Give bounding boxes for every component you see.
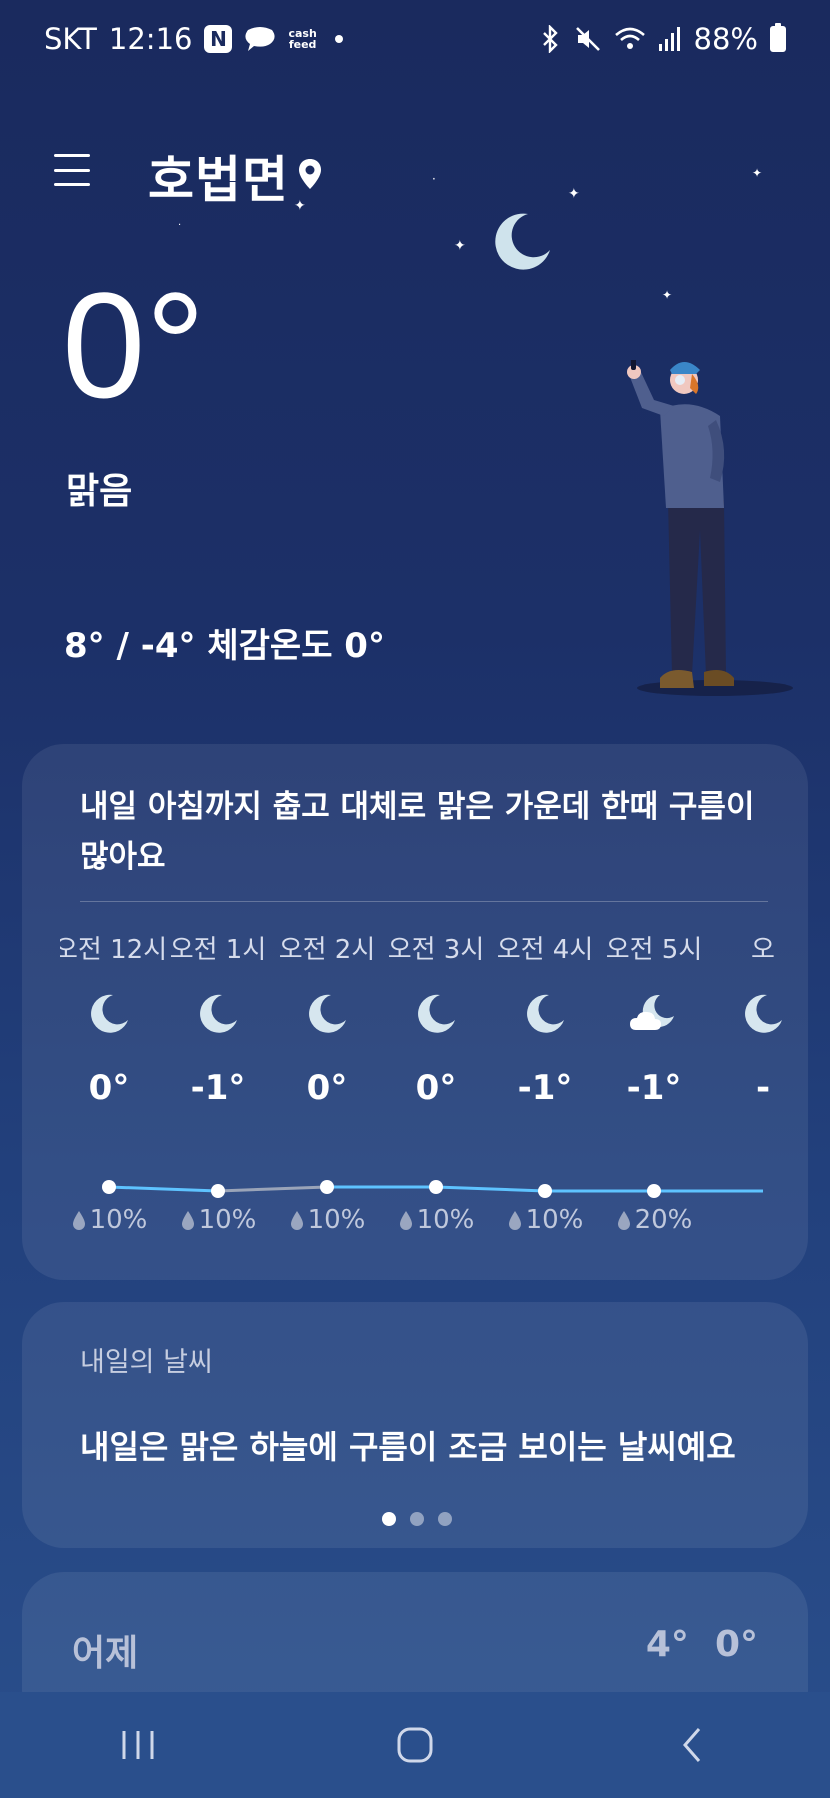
forecast-summary: 내일 아침까지 춥고 대체로 맑은 가운데 한때 구름이 많아요 (80, 789, 755, 875)
moon-icon (163, 992, 273, 1048)
recent-apps-button[interactable] (98, 1715, 178, 1775)
home-button[interactable] (375, 1715, 455, 1775)
tomorrow-description: 내일은 맑은 하늘에 구름이 조금 보이는 날씨예요 (80, 1428, 736, 1466)
moon-icon (490, 992, 600, 1048)
hour-column: 오전 1시 -1° (163, 929, 273, 1108)
status-right: 88% (540, 22, 786, 56)
hour-time: 오전 12시 (60, 935, 168, 965)
hour-temperature: -1° (626, 1068, 682, 1108)
menu-button[interactable] (50, 148, 94, 192)
precipitation-chance: 10% (60, 1205, 164, 1235)
star-icon: · (178, 220, 182, 231)
yesterday-low: 0° (714, 1624, 758, 1665)
battery-icon (770, 23, 786, 52)
wifi-icon (614, 25, 646, 53)
back-icon (682, 1728, 700, 1762)
star-icon: ✦ (454, 238, 466, 254)
hour-time: 오전 3시 (387, 935, 485, 965)
precipitation-chance: 10% (163, 1205, 273, 1235)
location-pin-icon (297, 157, 323, 195)
bluetooth-icon (540, 25, 562, 53)
battery-percent: 88% (693, 22, 758, 56)
page-indicator[interactable] (382, 1512, 452, 1526)
divider (80, 901, 768, 902)
hour-time: 오 (751, 935, 775, 965)
temperature-point (429, 1180, 443, 1194)
hour-time: 오전 4시 (496, 935, 594, 965)
precipitation-chance: 10% (381, 1205, 491, 1235)
weather-condition: 맑음 (66, 471, 133, 512)
hour-temperature: -1° (190, 1068, 246, 1108)
star-icon: · (432, 172, 436, 186)
page-dot[interactable] (438, 1512, 452, 1526)
navigation-bar (0, 1692, 830, 1798)
cashfeed-line2: feed (288, 38, 317, 51)
tomorrow-title: 내일의 날씨 (80, 1347, 213, 1378)
hour-column: 오전 3시 0° (381, 929, 491, 1108)
hour-column: 오전 2시 0° (272, 929, 382, 1108)
temperature-line-segment (217, 1185, 328, 1193)
mute-icon (574, 25, 602, 53)
temperature-line-segment (435, 1185, 546, 1193)
moon-icon (490, 210, 554, 278)
precipitation-chance: 10% (272, 1205, 382, 1235)
moon-icon (381, 992, 491, 1048)
hour-column: 오전 12시 0° (60, 929, 168, 1108)
moon-icon (708, 992, 788, 1048)
high-low-feels-like: 8° / -4° 체감온도 0° (64, 626, 385, 666)
recent-apps-icon (122, 1731, 154, 1759)
hourly-scroll[interactable]: 오전 12시 0° 10% 오전 1시 -1° 10% 오전 2시 0° 10% 오전 3시 0° 1… (60, 929, 788, 1259)
home-icon (397, 1727, 433, 1763)
clock: 12:16 (108, 22, 193, 56)
hour-column: 오- (708, 929, 788, 1108)
hour-temperature: 0° (306, 1068, 348, 1108)
precipitation-chance: 20% (599, 1205, 709, 1235)
temperature-point (538, 1184, 552, 1198)
location-name: 호법면 (148, 151, 289, 209)
yesterday-label: 어제 (72, 1633, 139, 1674)
status-left: SKT 12:16 N cash feed (44, 22, 343, 56)
carrier-label: SKT (44, 22, 97, 56)
person-illustration (620, 344, 800, 704)
yesterday-temps: 4° 0° (646, 1624, 758, 1665)
naver-app-icon: N (204, 25, 233, 53)
hour-temperature: -1° (517, 1068, 573, 1108)
status-bar: SKT 12:16 N cash feed 88% (0, 0, 830, 78)
hourly-forecast-card[interactable]: 내일 아침까지 춥고 대체로 맑은 가운데 한때 구름이 많아요 오전 12시 0… (22, 744, 808, 1280)
hour-time: 오전 2시 (278, 935, 376, 965)
signal-icon (658, 26, 682, 52)
temperature-line-segment (108, 1185, 219, 1193)
current-temperature: 0° (62, 261, 206, 429)
page-dot[interactable] (382, 1512, 396, 1526)
star-icon: ✦ (568, 186, 580, 202)
star-icon: ✦ (294, 198, 306, 214)
back-button[interactable] (652, 1715, 732, 1775)
hour-column: 오전 5시 -1° (599, 929, 709, 1108)
moon-cloud-icon (599, 992, 709, 1048)
moon-icon (60, 992, 164, 1048)
moon-icon (272, 992, 382, 1048)
temperature-point (102, 1180, 116, 1194)
star-icon: ✦ (752, 166, 763, 180)
menu-line-icon (54, 154, 90, 157)
tomorrow-weather-card[interactable]: 내일의 날씨 내일은 맑은 하늘에 구름이 조금 보이는 날씨예요 (22, 1302, 808, 1548)
page-dot[interactable] (410, 1512, 424, 1526)
hour-column: 오전 4시 -1° (490, 929, 600, 1108)
hour-temperature: 0° (88, 1068, 130, 1108)
notification-dot-icon (334, 35, 343, 43)
yesterday-high: 4° (645, 1624, 689, 1665)
hour-temperature: - (755, 1068, 771, 1108)
hour-time: 오전 1시 (169, 935, 267, 965)
star-icon: ✦ (662, 288, 673, 302)
chat-bubble-icon (244, 26, 276, 52)
menu-line-icon (54, 168, 90, 172)
precipitation-chance: 10% (490, 1205, 600, 1235)
temperature-point (320, 1180, 334, 1194)
temperature-point (211, 1184, 225, 1198)
hour-time: 오전 5시 (605, 935, 703, 965)
menu-line-icon (54, 183, 90, 186)
hour-temperature: 0° (415, 1068, 457, 1108)
cashfeed-icon: cash feed (288, 28, 316, 50)
temperature-point (647, 1184, 661, 1198)
